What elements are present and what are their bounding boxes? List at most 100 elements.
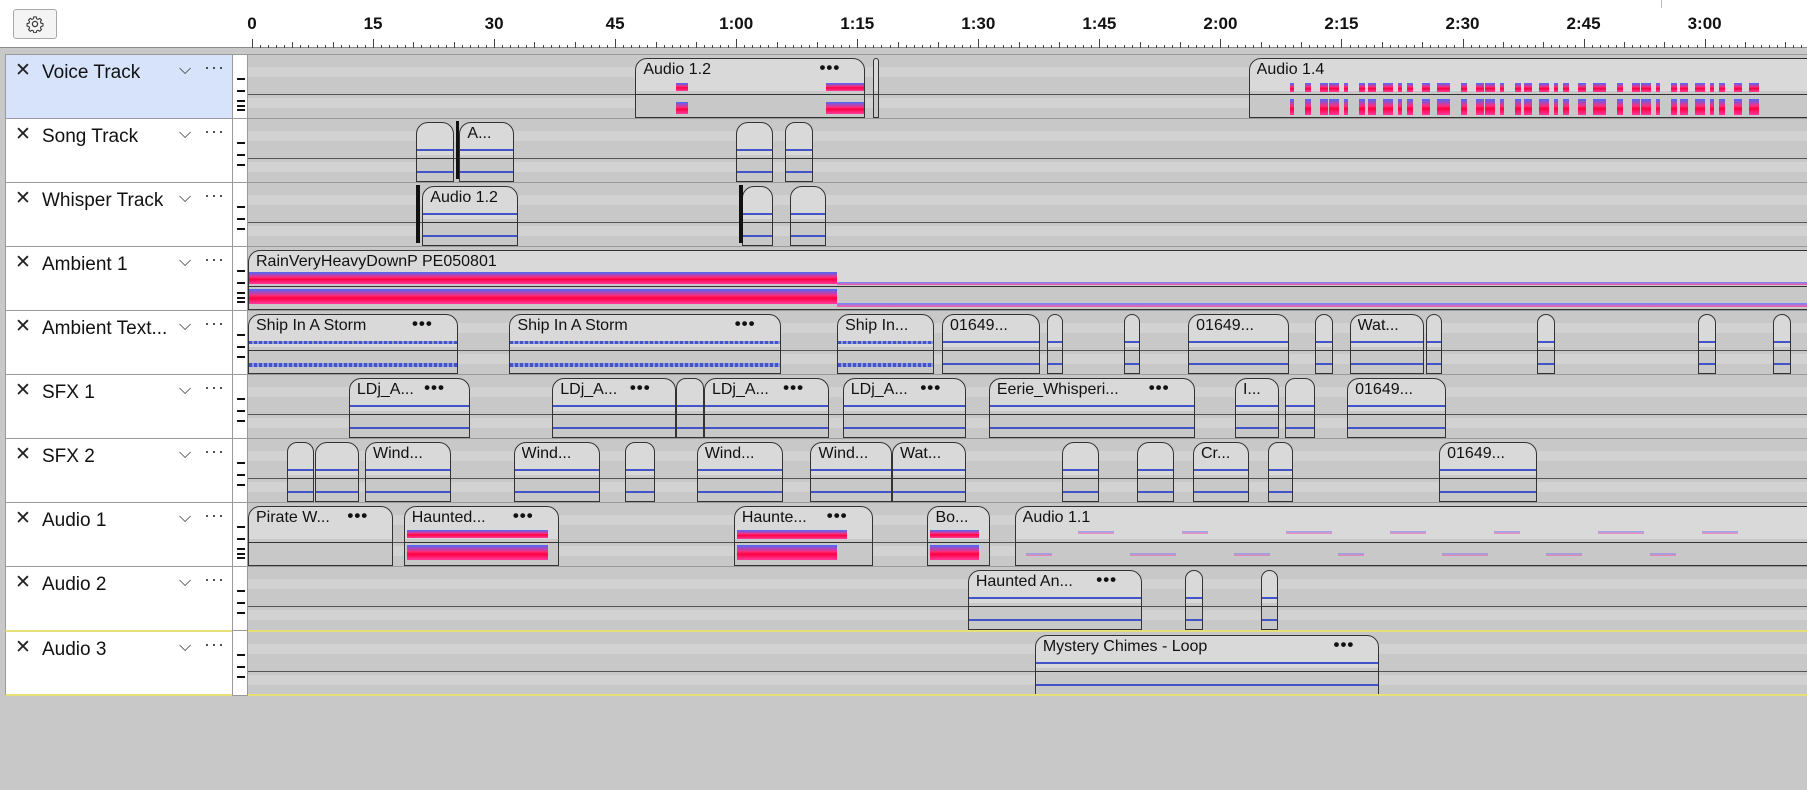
close-track-button[interactable]: ✕	[15, 638, 31, 658]
close-track-button[interactable]: ✕	[15, 381, 31, 401]
clip-title[interactable]: Bo...	[935, 509, 981, 527]
track-menu-button[interactable]: ···	[204, 121, 225, 142]
clip-menu-button[interactable]: •••	[827, 507, 848, 526]
audio-clip[interactable]	[1314, 314, 1333, 374]
track-menu-button[interactable]: ···	[204, 505, 225, 526]
audio-clip[interactable]: Pirate W... •••	[248, 506, 394, 566]
track-collapse-button[interactable]: ⌵	[179, 509, 191, 527]
audio-clip[interactable]	[1698, 314, 1716, 374]
track-header[interactable]: ✕ Audio 1 ⌵ ···	[5, 502, 232, 568]
track-header[interactable]: ✕ Whisper Track ⌵ ···	[5, 182, 232, 248]
audio-clip[interactable]: A...	[459, 122, 515, 182]
audio-clip[interactable]: Haunte... •••	[733, 506, 873, 566]
track-clip-area[interactable]: Ship In A Storm ••• Ship In A Storm ••• Ship…	[248, 310, 1807, 376]
track-clip-area[interactable]: Audio 1.2 ••• Audio 1.4	[248, 54, 1807, 120]
clip-title[interactable]: I...	[1243, 381, 1270, 399]
audio-clip[interactable]: Ship In A Storm •••	[248, 314, 458, 374]
track-clip-area[interactable]: Haunted An... •••	[248, 566, 1807, 632]
audio-clip[interactable]: Wind...	[696, 442, 784, 502]
track-collapse-button[interactable]: ⌵	[179, 317, 191, 335]
clip-title[interactable]: Ship In A Storm	[517, 317, 771, 335]
close-track-button[interactable]: ✕	[15, 125, 31, 145]
ruler-scale[interactable]: 0 15 30 45 1:00 1:15 1:30 1:45 2:00 2:15 2:30 2:45 3…	[247, 0, 1807, 48]
clip-title[interactable]: Wind...	[373, 445, 442, 463]
audio-clip[interactable]: Ship In...	[837, 314, 934, 374]
track-clip-area[interactable]: Pirate W... ••• Haunted... ••• Haunte... ••• B…	[248, 502, 1807, 568]
clip-menu-button[interactable]: •••	[630, 379, 651, 398]
track-collapse-button[interactable]: ⌵	[179, 253, 191, 271]
audio-clip[interactable]: LDj_A... •••	[842, 378, 967, 438]
settings-button[interactable]	[13, 9, 57, 39]
audio-clip[interactable]: 01649...	[1439, 442, 1537, 502]
track-name-label[interactable]: Audio 1	[42, 510, 106, 532]
audio-clip[interactable]: 01649...	[942, 314, 1041, 374]
clip-title[interactable]: Audio 1.2	[430, 189, 509, 207]
clip-title[interactable]: Wind...	[705, 445, 774, 463]
track-name-label[interactable]: Audio 2	[42, 574, 106, 596]
track-header[interactable]: ✕ Audio 3 ⌵ ···	[5, 630, 232, 696]
audio-clip[interactable]	[1260, 570, 1278, 630]
track-collapse-button[interactable]: ⌵	[179, 125, 191, 143]
track-name-label[interactable]: Ambient 1	[42, 254, 128, 276]
audio-clip[interactable]	[873, 58, 880, 118]
clip-menu-button[interactable]: •••	[783, 379, 804, 398]
audio-clip[interactable]: Audio 1.2 •••	[635, 58, 866, 118]
close-track-button[interactable]: ✕	[15, 61, 31, 81]
audio-clip[interactable]	[286, 442, 315, 502]
track-collapse-button[interactable]: ⌵	[179, 189, 191, 207]
track-name-label[interactable]: Audio 3	[42, 639, 106, 661]
close-track-button[interactable]: ✕	[15, 445, 31, 465]
track-collapse-button[interactable]: ⌵	[179, 573, 191, 591]
track-collapse-button[interactable]: ⌵	[179, 381, 191, 399]
track-header[interactable]: ✕ Song Track ⌵ ···	[5, 118, 232, 184]
audio-clip[interactable]	[1062, 442, 1099, 502]
clip-title[interactable]: Wind...	[818, 445, 883, 463]
audio-clip[interactable]: Wat...	[891, 442, 967, 502]
audio-clip[interactable]: Audio 1.2	[422, 186, 519, 246]
clip-title[interactable]: Wat...	[1358, 317, 1415, 335]
audio-clip[interactable]: 01649...	[1188, 314, 1290, 374]
audio-clip[interactable]	[1426, 314, 1443, 374]
close-track-button[interactable]: ✕	[15, 253, 31, 273]
audio-clip[interactable]: LDj_A... •••	[552, 378, 676, 438]
track-clip-area[interactable]: Wind... Wind... Wind... Wind... Wat... Cr... 0…	[248, 438, 1807, 504]
audio-clip[interactable]	[790, 186, 826, 246]
track-collapse-button[interactable]: ⌵	[179, 638, 191, 656]
track-collapse-button[interactable]: ⌵	[179, 61, 191, 79]
track-clip-area[interactable]: Mystery Chimes - Loop •••	[248, 630, 1807, 696]
clip-title[interactable]: LDj_A...	[357, 381, 461, 399]
clip-menu-button[interactable]: •••	[1096, 571, 1117, 590]
clip-menu-button[interactable]: •••	[424, 379, 445, 398]
track-name-label[interactable]: Voice Track	[42, 62, 140, 84]
audio-clip[interactable]: LDj_A... •••	[348, 378, 470, 438]
track-collapse-button[interactable]: ⌵	[179, 445, 191, 463]
audio-clip[interactable]	[1268, 442, 1294, 502]
clip-menu-button[interactable]: •••	[347, 507, 368, 526]
track-menu-button[interactable]: ···	[204, 249, 225, 270]
audio-clip[interactable]: Wind...	[365, 442, 452, 502]
audio-clip[interactable]	[1536, 314, 1555, 374]
clip-menu-button[interactable]: •••	[1334, 636, 1355, 655]
track-name-label[interactable]: SFX 1	[42, 382, 95, 404]
audio-clip[interactable]: Haunted... •••	[403, 506, 559, 566]
clip-title[interactable]: Audio 1.1	[1023, 509, 1807, 527]
close-track-button[interactable]: ✕	[15, 317, 31, 337]
clip-title[interactable]: LDj_A...	[560, 381, 666, 399]
track-header[interactable]: ✕ Ambient Text... ⌵ ···	[5, 310, 232, 376]
clip-title[interactable]: Ship In...	[845, 317, 925, 335]
track-header[interactable]: ✕ Audio 2 ⌵ ···	[5, 566, 232, 632]
audio-clip[interactable]: 01649...	[1347, 378, 1447, 438]
clip-title[interactable]: 01649...	[1355, 381, 1437, 399]
audio-clip[interactable]	[675, 378, 704, 438]
track-header[interactable]: ✕ SFX 2 ⌵ ···	[5, 438, 232, 504]
audio-clip[interactable]: Mystery Chimes - Loop •••	[1034, 635, 1380, 694]
track-menu-button[interactable]: ···	[204, 377, 225, 398]
audio-clip[interactable]	[1137, 442, 1175, 502]
audio-clip[interactable]	[415, 122, 454, 182]
track-header[interactable]: ✕ Ambient 1 ⌵ ···	[5, 246, 232, 312]
clip-title[interactable]: Wind...	[522, 445, 591, 463]
clip-title[interactable]: 01649...	[950, 317, 1031, 335]
audio-clip[interactable]	[314, 442, 359, 502]
audio-clip[interactable]	[784, 122, 813, 182]
track-clip-area[interactable]: LDj_A... ••• LDj_A... ••• LDj_A... ••• LDj_A..…	[248, 374, 1807, 440]
